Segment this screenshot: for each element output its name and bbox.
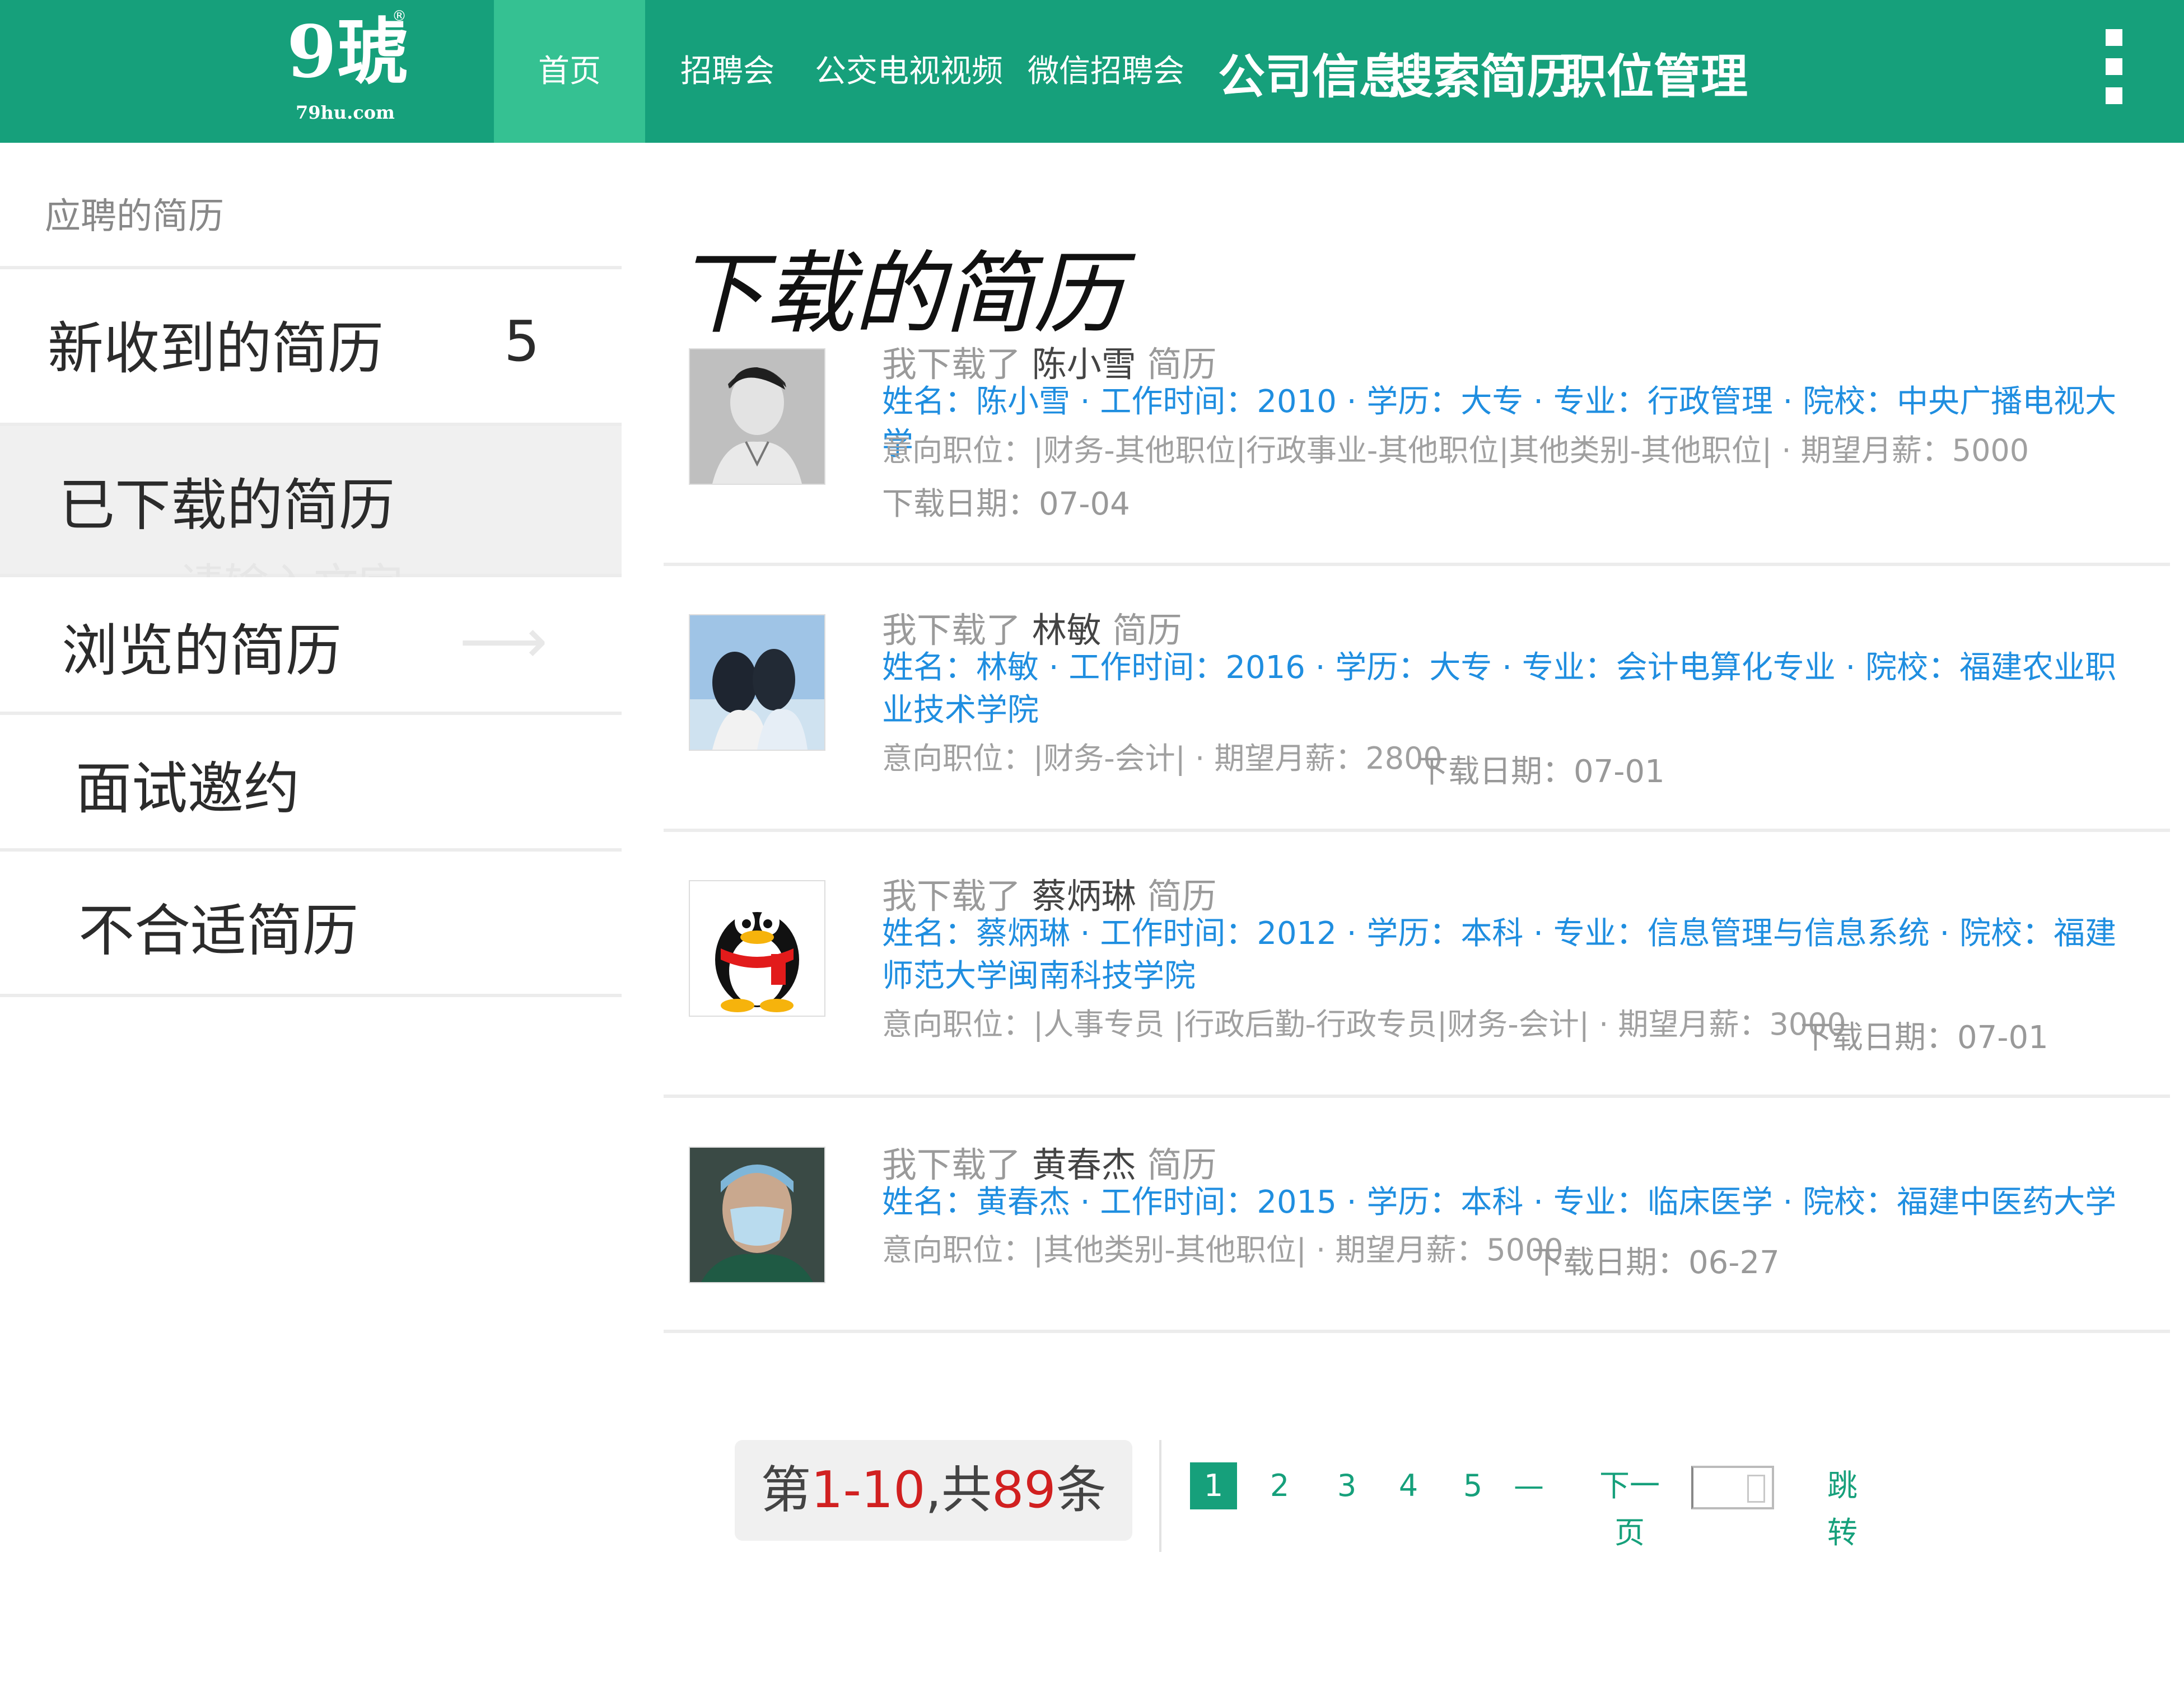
nav-wechat-job-fair[interactable]: 微信招聘会: [1028, 0, 1184, 143]
summary-prefix: 第: [760, 1461, 811, 1519]
heading-prefix: 我下载了: [882, 876, 1021, 917]
summary-suffix: 条: [1056, 1461, 1107, 1519]
heading-suffix: 简历: [1112, 610, 1182, 651]
pagination-divider: [1159, 1440, 1161, 1552]
sidebar-header-label: 应聘的简历: [45, 196, 224, 237]
sidebar-item-new-resumes[interactable]: 新收到的简历 5: [0, 269, 622, 426]
download-date: 下载日期：07-04: [882, 486, 1130, 522]
nav-job-management[interactable]: 职位管理: [1560, 6, 1748, 148]
download-date: 下载日期：06-27: [1532, 1245, 1780, 1281]
candidate-name[interactable]: 陈小雪: [1032, 344, 1136, 385]
nav-home-tab[interactable]: 首页: [494, 0, 645, 143]
logo-registered-mark: ®: [392, 8, 407, 25]
download-date: 下载日期：07-01: [1800, 1020, 2048, 1056]
avatar[interactable]: [689, 880, 825, 1017]
resume-card[interactable]: 我下载了 陈小雪 简历 姓名：陈小雪 · 工作时间：2010 · 学历：大专 ·…: [664, 336, 2170, 566]
nav-search-resume[interactable]: 搜索简历: [1386, 6, 1574, 148]
heading-suffix: 简历: [1147, 1144, 1217, 1185]
candidate-name[interactable]: 林敏: [1032, 610, 1102, 651]
card-heading: 我下载了 黄春杰 简历: [882, 1137, 1216, 1187]
page-jump-input[interactable]: [1691, 1466, 1774, 1509]
page-2-button[interactable]: 2: [1268, 1462, 1291, 1509]
card-heading: 我下载了 陈小雪 简历: [882, 336, 1216, 386]
sidebar-item-unsuitable-resumes[interactable]: 不合适简历: [0, 852, 622, 997]
summary-range: 1-10: [811, 1461, 926, 1519]
card-heading: 我下载了 蔡炳琳 简历: [882, 868, 1216, 918]
job-intent: 意向职位：|其他类别-其他职位| · 期望月薪：5000: [882, 1232, 1564, 1268]
resume-card[interactable]: 我下载了 蔡炳琳 简历 姓名：蔡炳琳 · 工作时间：2012 · 学历：本科 ·…: [664, 868, 2170, 1098]
avatar[interactable]: [689, 348, 825, 485]
nav-job-fair[interactable]: 招聘会: [680, 0, 774, 143]
job-intent: 意向职位：|人事专员 |行政后勤-行政专员|财务-会计| · 期望月薪：3000: [882, 1007, 1846, 1042]
page-3-button[interactable]: 3: [1336, 1462, 1358, 1509]
page-ellipsis: —: [1514, 1468, 1544, 1503]
logo-text: 9琥: [287, 10, 409, 94]
card-heading: 我下载了 林敏 简历: [882, 602, 1182, 652]
site-logo[interactable]: 9琥 ® 79hu.com: [280, 8, 414, 134]
page-1-button[interactable]: 1: [1190, 1462, 1237, 1509]
ghost-arrow-icon: ⟶: [459, 605, 548, 677]
candidate-info-link[interactable]: 姓名：黄春杰 · 工作时间：2015 · 学历：本科 · 专业：临床医学 · 院…: [882, 1181, 2148, 1224]
sidebar-item-label: 面试邀约: [76, 756, 300, 821]
avatar[interactable]: [689, 1147, 825, 1283]
avatar[interactable]: [689, 614, 825, 751]
summary-middle: ,共: [925, 1461, 992, 1519]
resume-card[interactable]: 我下载了 林敏 简历 姓名：林敏 · 工作时间：2016 · 学历：大专 · 专…: [664, 602, 2170, 832]
candidate-name[interactable]: 黄春杰: [1032, 1144, 1136, 1185]
job-intent: 意向职位：|财务-其他职位|行政事业-其他职位|其他类别-其他职位| · 期望月…: [882, 433, 2029, 468]
sidebar-item-interview-invites[interactable]: 面试邀约: [0, 715, 622, 852]
sidebar: 应聘的简历 新收到的简历 5 已下载的简历 请输入文字 浏览的简历 ⟶ 面试邀约…: [0, 143, 644, 997]
heading-suffix: 简历: [1147, 344, 1217, 385]
sidebar-item-label: 已下载的简历: [59, 473, 395, 538]
sidebar-item-label: 浏览的简历: [62, 618, 342, 684]
more-menu-icon[interactable]: [2106, 29, 2122, 107]
sidebar-item-viewed-resumes[interactable]: 浏览的简历 ⟶: [0, 577, 622, 715]
new-resume-count: 5: [504, 308, 540, 374]
jump-button[interactable]: 跳转: [1814, 1462, 1870, 1550]
candidate-info-link[interactable]: 姓名：蔡炳琳 · 工作时间：2012 · 学历：本科 · 专业：信息管理与信息系…: [882, 913, 2148, 998]
logo-domain: 79hu.com: [296, 102, 395, 123]
heading-prefix: 我下载了: [882, 610, 1021, 651]
next-page-button[interactable]: 下一页: [1588, 1462, 1672, 1550]
candidate-name[interactable]: 蔡炳琳: [1032, 876, 1136, 917]
resume-card[interactable]: 我下载了 黄春杰 简历 姓名：黄春杰 · 工作时间：2015 · 学历：本科 ·…: [664, 1137, 2170, 1333]
page-title: 下载的简历: [675, 241, 1123, 346]
sidebar-header: 应聘的简历: [0, 143, 622, 269]
top-nav-bar: 9琥 ® 79hu.com 首页 招聘会 公交电视视频 微信招聘会 公司信息 搜…: [0, 0, 2184, 143]
heading-prefix: 我下载了: [882, 1144, 1021, 1185]
sidebar-item-label: 新收到的简历: [48, 316, 384, 381]
nav-bus-tv-video[interactable]: 公交电视视频: [815, 0, 1003, 143]
page-jump-spinner-icon[interactable]: [1747, 1475, 1765, 1503]
nav-company-info[interactable]: 公司信息: [1218, 6, 1406, 148]
heading-suffix: 简历: [1147, 876, 1217, 917]
job-intent: 意向职位：|财务-会计| · 期望月薪：2800: [882, 741, 1443, 776]
heading-prefix: 我下载了: [882, 344, 1021, 385]
candidate-info-link[interactable]: 姓名：林敏 · 工作时间：2016 · 学历：大专 · 专业：会计电算化专业 ·…: [882, 647, 2148, 732]
download-date: 下载日期：07-01: [1417, 754, 1665, 790]
pagination-summary: 第1-10,共89条: [735, 1440, 1132, 1541]
page-5-button[interactable]: 5: [1462, 1462, 1484, 1509]
summary-total: 89: [992, 1461, 1056, 1519]
sidebar-item-label: 不合适简历: [78, 898, 358, 964]
sidebar-item-downloaded-resumes[interactable]: 已下载的简历 请输入文字: [0, 426, 622, 611]
page-4-button[interactable]: 4: [1397, 1462, 1420, 1509]
